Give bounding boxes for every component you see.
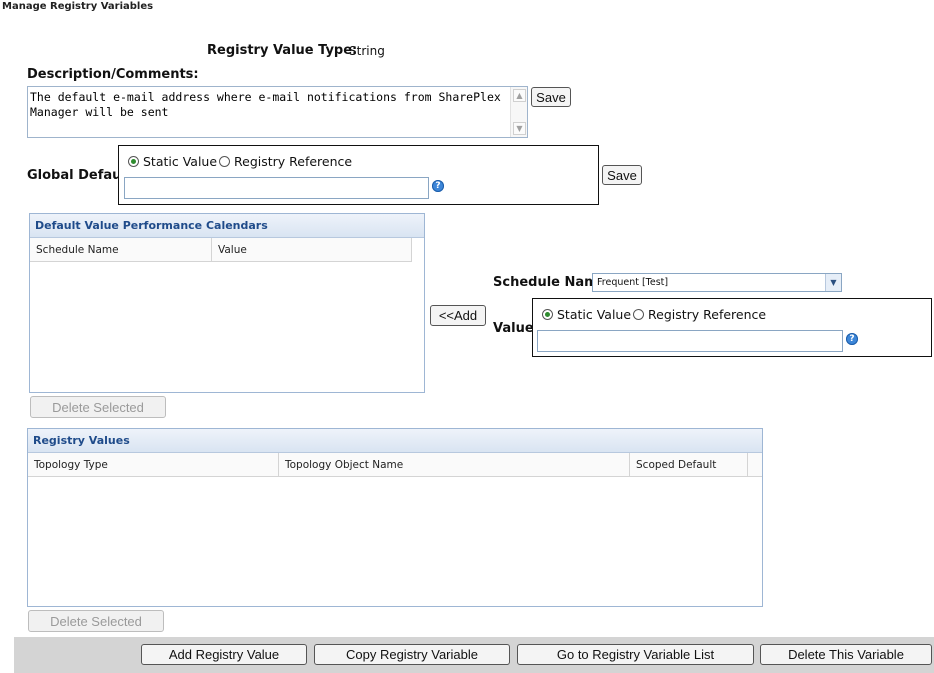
scroll-down-arrow-icon[interactable]: ▼ — [513, 122, 526, 135]
global-default-save-button[interactable]: Save — [602, 165, 642, 185]
schedule-name-select[interactable]: Frequent [Test] ▼ — [592, 273, 842, 292]
column-header-value[interactable]: Value — [212, 238, 412, 261]
description-textarea[interactable]: The default e-mail address where e-mail … — [27, 86, 528, 138]
schedule-value-box: Static Value Registry Reference ? — [532, 298, 932, 357]
registry-values-grid-title: Registry Values — [28, 429, 762, 453]
scroll-up-arrow-icon[interactable]: ▲ — [513, 89, 526, 102]
description-save-button[interactable]: Save — [531, 87, 571, 107]
delete-this-variable-button[interactable]: Delete This Variable — [760, 644, 932, 665]
radio-selected-icon[interactable] — [542, 309, 553, 320]
schedule-name-label: Schedule Name — [493, 275, 607, 290]
description-text[interactable]: The default e-mail address where e-mail … — [30, 90, 508, 120]
global-static-label: Static Value — [143, 154, 218, 169]
chevron-down-icon[interactable]: ▼ — [825, 274, 841, 291]
copy-registry-variable-button[interactable]: Copy Registry Variable — [314, 644, 510, 665]
global-default-input[interactable] — [124, 177, 429, 199]
column-header-topology-object-name[interactable]: Topology Object Name — [279, 453, 630, 476]
schedule-reference-radio[interactable]: Registry Reference — [633, 307, 766, 322]
registry-values-grid: Registry Values Topology Type Topology O… — [27, 428, 763, 607]
global-reference-label: Registry Reference — [234, 154, 353, 169]
registry-type-label: Registry Value Type: — [207, 43, 358, 58]
schedule-static-radio[interactable]: Static Value — [542, 307, 631, 322]
page-title: Manage Registry Variables — [2, 1, 154, 12]
calendars-grid-header: Schedule Name Value — [30, 238, 412, 262]
description-label: Description/Comments: — [27, 67, 199, 82]
registry-values-delete-selected-button[interactable]: Delete Selected — [28, 610, 164, 632]
help-icon[interactable]: ? — [432, 180, 444, 192]
column-header-scoped-default[interactable]: Scoped Default — [630, 453, 748, 476]
schedule-static-label: Static Value — [557, 307, 632, 322]
add-schedule-button[interactable]: <<Add — [430, 305, 486, 326]
radio-unselected-icon[interactable] — [633, 309, 644, 320]
go-to-registry-variable-list-button[interactable]: Go to Registry Variable List — [517, 644, 754, 665]
global-reference-radio[interactable]: Registry Reference — [219, 154, 352, 169]
column-header-schedule-name[interactable]: Schedule Name — [30, 238, 212, 261]
schedule-value-label: Value — [493, 321, 534, 336]
description-scrollbar[interactable]: ▲ ▼ — [510, 87, 527, 137]
schedule-reference-label: Registry Reference — [648, 307, 767, 322]
registry-type-value: String — [349, 44, 385, 58]
add-registry-value-button[interactable]: Add Registry Value — [141, 644, 307, 665]
calendars-grid: Default Value Performance Calendars Sche… — [29, 213, 425, 393]
radio-unselected-icon[interactable] — [219, 156, 230, 167]
global-default-label: Global Default — [27, 168, 133, 183]
calendars-grid-title: Default Value Performance Calendars — [30, 214, 424, 238]
registry-values-grid-header: Topology Type Topology Object Name Scope… — [28, 453, 762, 477]
schedule-value-input[interactable] — [537, 330, 843, 352]
global-static-radio[interactable]: Static Value — [128, 154, 217, 169]
global-default-box: Static Value Registry Reference ? — [118, 145, 599, 205]
radio-selected-icon[interactable] — [128, 156, 139, 167]
calendars-delete-selected-button[interactable]: Delete Selected — [30, 396, 166, 418]
column-header-topology-type[interactable]: Topology Type — [28, 453, 279, 476]
schedule-name-selected: Frequent [Test] — [597, 277, 669, 288]
help-icon[interactable]: ? — [846, 333, 858, 345]
